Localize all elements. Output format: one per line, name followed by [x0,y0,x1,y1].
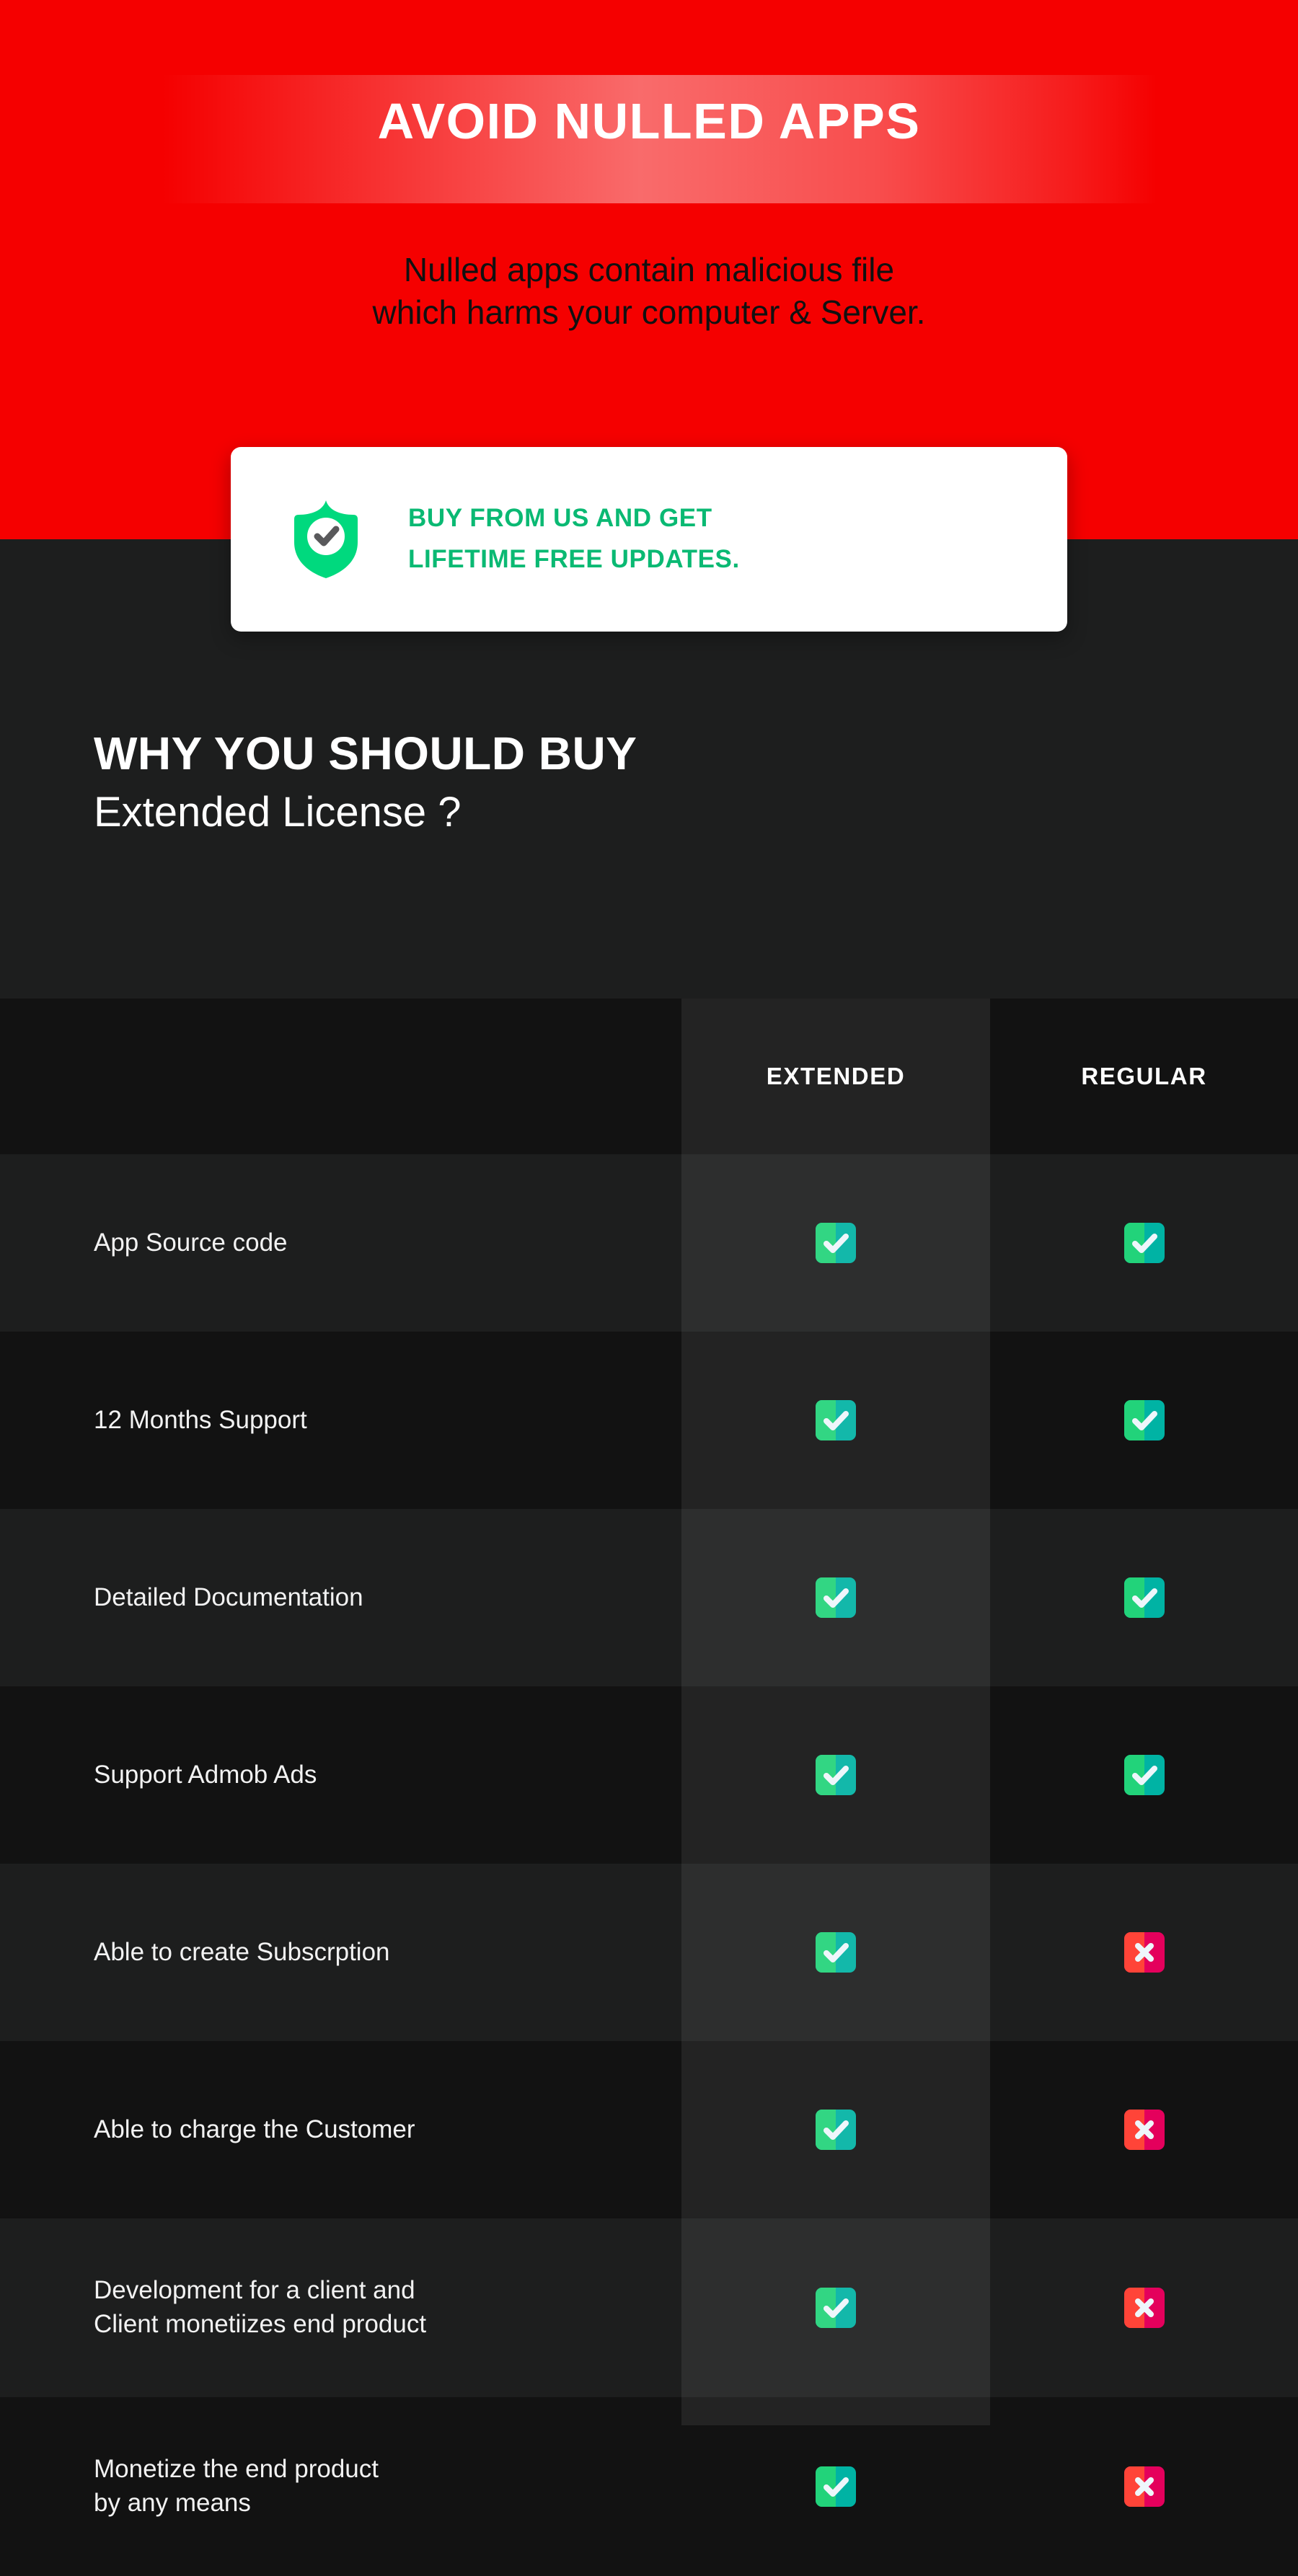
check-icon [1123,1577,1165,1618]
feature-label: Support Admob Ads [0,1758,681,1792]
column-header-regular: REGULAR [1081,1063,1207,1089]
section-heading-line-1: WHY YOU SHOULD BUY [94,727,637,779]
table-row: Monetize the end product by any means [0,2397,1298,2576]
section-heading: WHY YOU SHOULD BUY Extended License ? [94,727,1103,837]
check-icon [1123,1755,1165,1795]
cross-icon [1123,2110,1165,2150]
table-row: App Source code [0,1154,1298,1332]
feature-label-line: Able to create Subscrption [94,1937,390,1966]
cell-extended [681,2288,990,2328]
cell-regular [990,2288,1298,2328]
cell-regular [990,1223,1298,1263]
feature-label-line: 12 Months Support [94,1405,307,1434]
cell-regular [990,2110,1298,2150]
feature-label-line: Able to charge the Customer [94,2115,415,2143]
cell-extended [681,1400,990,1440]
check-icon [816,1223,856,1263]
table-row: 12 Months Support [0,1332,1298,1509]
cell-regular [990,1400,1298,1440]
cell-extended [681,1932,990,1973]
table-row: Able to create Subscrption [0,1864,1298,2041]
feature-label-line: Support Admob Ads [94,1760,317,1789]
check-icon [816,1400,856,1440]
section-heading-line-2: Extended License ? [94,788,462,836]
feature-label: Monetize the end product by any means [0,2453,681,2520]
cell-extended [681,1577,990,1618]
promo-card-line-1: BUY FROM US AND GET [408,504,712,533]
table-row: Support Admob Ads [0,1686,1298,1864]
check-icon [816,2110,856,2150]
feature-label: 12 Months Support [0,1404,681,1438]
check-icon [816,2466,856,2507]
cross-icon [1123,2466,1165,2507]
shield-check-icon [291,499,361,580]
feature-label-line: Monetize the end product [94,2455,379,2484]
hero-subtitle-line-1: Nulled apps contain malicious file [403,251,895,288]
feature-label: Able to charge the Customer [0,2113,681,2147]
table-row: Detailed Documentation [0,1509,1298,1686]
hero-title: AVOID NULLED APPS [377,93,921,149]
cell-extended [681,2466,990,2507]
table-row: Development for a client and Client monet… [0,2218,1298,2397]
check-icon [816,2288,856,2328]
promo-card: BUY FROM US AND GET LIFETIME FREE UPDATE… [231,447,1067,632]
cell-regular [990,2466,1298,2507]
feature-label: Development for a client and Client monet… [0,2274,681,2342]
cell-extended [681,1223,990,1263]
comparison-table-header-row: EXTENDED REGULAR [0,999,1298,1154]
feature-label-line: Client monetiizes end product [94,2310,427,2338]
feature-label-line: by any means [94,2489,251,2517]
feature-label-line: Development for a client and [94,2276,415,2305]
check-icon [816,1577,856,1618]
cell-extended [681,2110,990,2150]
comparison-table: EXTENDED REGULAR App Source code 12 Month… [0,999,1298,2576]
cell-regular [990,1577,1298,1618]
promo-card-text: BUY FROM US AND GET LIFETIME FREE UPDATE… [408,498,740,580]
header-extended-cell: EXTENDED [681,1063,990,1090]
cross-icon [1123,2288,1165,2328]
feature-label: Able to create Subscrption [0,1936,681,1970]
feature-label-line: Detailed Documentation [94,1583,363,1611]
cross-icon [1123,1932,1165,1973]
column-header-extended: EXTENDED [766,1063,906,1089]
check-icon [1123,1400,1165,1440]
comparison-table-body: App Source code 12 Months Support Detailed… [0,1154,1298,2576]
cell-regular [990,1755,1298,1795]
feature-label-line: App Source code [94,1228,288,1257]
check-icon [1123,1223,1165,1263]
table-row: Able to charge the Customer [0,2041,1298,2218]
cell-extended [681,1755,990,1795]
feature-label: App Source code [0,1226,681,1260]
promo-card-line-2: LIFETIME FREE UPDATES. [408,545,740,573]
check-icon [816,1932,856,1973]
hero-subtitle: Nulled apps contain malicious file which… [0,249,1298,334]
cell-regular [990,1932,1298,1973]
feature-label: Detailed Documentation [0,1581,681,1615]
hero-subtitle-line-2: which harms your computer & Server. [372,293,926,331]
header-regular-cell: REGULAR [990,1063,1298,1090]
check-icon [816,1755,856,1795]
